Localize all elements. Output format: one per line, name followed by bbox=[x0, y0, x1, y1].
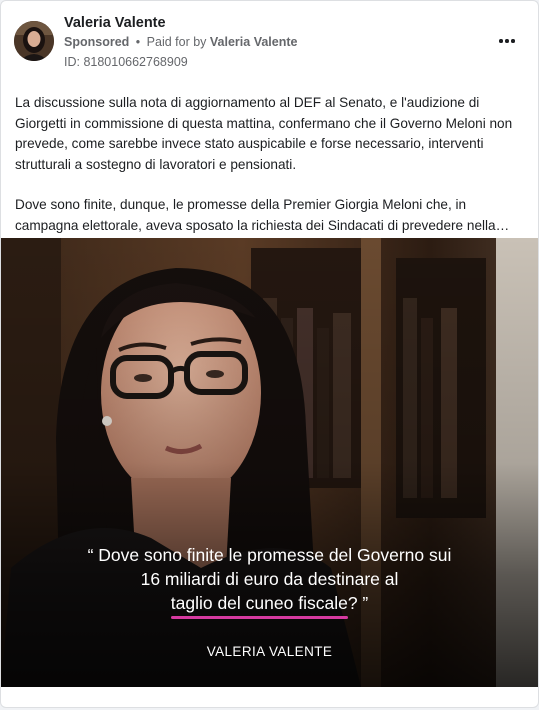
meta-separator: • bbox=[135, 35, 141, 49]
quote-highlight-text: taglio del cuneo fiscale bbox=[170, 593, 348, 613]
ad-image[interactable] bbox=[1, 238, 538, 687]
post-paragraph-1: La discussione sulla nota di aggiornamen… bbox=[15, 95, 513, 172]
sponsored-line: Sponsored • Paid for by Valeria Valente bbox=[64, 35, 297, 49]
quote-line-2: 16 miliardi di euro da destinare al bbox=[140, 569, 399, 589]
post-paragraph-2: Dove sono finite, dunque, le promesse de… bbox=[15, 197, 510, 233]
paid-for-name[interactable]: Valeria Valente bbox=[210, 35, 298, 49]
quote-line-3-end: ? ” bbox=[347, 593, 369, 613]
more-options-button[interactable] bbox=[493, 27, 521, 55]
post-text: La discussione sulla nota di aggiornamen… bbox=[15, 93, 527, 256]
quote-signature: VALERIA VALENTE bbox=[206, 644, 333, 659]
portrait-photo bbox=[1, 238, 538, 687]
highlight-underline bbox=[170, 616, 348, 619]
avatar[interactable] bbox=[14, 21, 54, 61]
ad-id: ID: 818010662768909 bbox=[64, 55, 188, 69]
quote-line-3: taglio del cuneo fiscale? ” bbox=[1, 591, 538, 619]
ad-quote: “ Dove sono finite le promesse del Gover… bbox=[1, 543, 538, 619]
more-options-icon bbox=[499, 39, 503, 43]
paid-for-label: Paid for by bbox=[146, 35, 207, 49]
author-name[interactable]: Valeria Valente bbox=[64, 15, 166, 31]
post-header: Valeria Valente Sponsored • Paid for by … bbox=[1, 1, 538, 79]
quote-highlight: taglio del cuneo fiscale bbox=[170, 591, 348, 619]
quote-line-1: “ Dove sono finite le promesse del Gover… bbox=[87, 545, 452, 565]
sponsored-label: Sponsored bbox=[64, 35, 130, 49]
ad-card: Valeria Valente Sponsored • Paid for by … bbox=[0, 0, 539, 708]
avatar-photo bbox=[14, 21, 54, 61]
